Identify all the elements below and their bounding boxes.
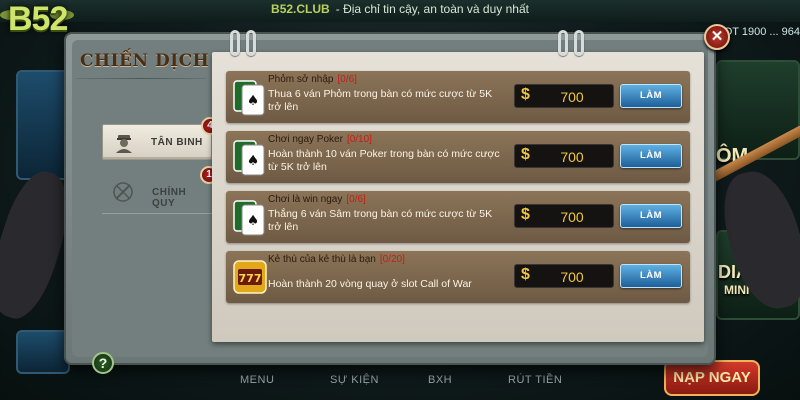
tab-tan-binh[interactable]: TÂN BINH 4	[102, 117, 219, 160]
cards-icon: ♠	[233, 200, 265, 236]
mission-title-text: Kẻ thù của kẻ thù là bạn	[268, 254, 376, 265]
mission-title-text: Chơi ngay Poker	[268, 134, 343, 145]
mission-progress: [0/20]	[379, 254, 405, 265]
mission-row: ♠ Chơi ngay Poker [0/10] Hoàn thành 10 vá…	[226, 131, 690, 183]
title-underline	[76, 78, 206, 79]
mission-reward: $ 700	[514, 144, 614, 168]
mission-title: Kẻ thù của kẻ thù là bạn [0/20]	[268, 254, 405, 265]
svg-text:♠: ♠	[247, 153, 260, 169]
top-bar-text: B52.CLUB - Địa chỉ tin cậy, an toàn và du…	[0, 2, 800, 16]
mission-title-text: Phỏm sở nhập	[268, 74, 334, 85]
binder-ring	[246, 30, 256, 56]
mission-reward: $ 700	[514, 204, 614, 228]
tab-chinh-quy[interactable]: CHÍNH QUY 1	[102, 166, 218, 210]
site-name: B52.CLUB	[271, 2, 330, 16]
close-button[interactable]: ✕	[704, 24, 730, 50]
hotline-text: OT 1900 ... 964	[723, 26, 800, 38]
svg-text:♠: ♠	[247, 213, 260, 229]
tab-chinh-quy-label: CHÍNH QUY	[152, 187, 187, 209]
binder-ring	[230, 30, 240, 56]
mission-row: ♠ Chơi là win ngay [0/6] Thắng 6 ván Sâm …	[226, 191, 690, 243]
deposit-now-button[interactable]: NẠP NGAY	[664, 360, 760, 396]
mission-progress: [0/6]	[346, 194, 366, 205]
do-mission-button[interactable]: LÀM	[620, 204, 682, 228]
mission-progress: [0/10]	[346, 134, 372, 145]
nav-events[interactable]: SỰ KIỆN	[330, 374, 379, 386]
mission-title: Chơi ngay Poker [0/10]	[268, 134, 372, 145]
crossed-rifles-icon	[113, 182, 133, 202]
do-mission-button[interactable]: LÀM	[620, 84, 682, 108]
help-button[interactable]: ?	[92, 352, 114, 374]
mission-progress: [0/6]	[337, 74, 357, 85]
nav-leaderboard[interactable]: BXH	[428, 374, 452, 386]
nav-menu[interactable]: MENU	[240, 374, 274, 386]
mission-reward: $ 700	[514, 84, 614, 108]
mission-title: Phỏm sở nhập [0/6]	[268, 74, 357, 85]
mission-description: Thắng 6 ván Sâm trong bàn có mức cược từ…	[268, 208, 493, 233]
tab-tan-binh-label: TÂN BINH	[151, 137, 203, 148]
nav-withdraw[interactable]: RÚT TIỀN	[508, 374, 562, 386]
soldier-icon	[116, 135, 132, 153]
svg-text:777: 777	[239, 272, 262, 285]
svg-text:♠: ♠	[247, 93, 260, 109]
reward-value: 700	[560, 209, 584, 225]
top-bar: B52.CLUB - Địa chỉ tin cậy, an toàn và du…	[0, 0, 800, 22]
reward-value: 700	[560, 89, 584, 105]
do-mission-button[interactable]: LÀM	[620, 144, 682, 168]
mission-row: ♠ Phỏm sở nhập [0/6] Thua 6 ván Phỏm tron…	[226, 71, 690, 123]
mission-description: Hoàn thành 10 ván Poker trong bàn có mức…	[268, 148, 500, 173]
cards-icon: ♠	[233, 80, 265, 116]
slot-777-icon: 777	[233, 260, 267, 294]
reward-value: 700	[560, 149, 584, 165]
mission-description: Hoàn thành 20 vòng quay ở slot Call of W…	[268, 278, 472, 290]
mission-title: Chơi là win ngay [0/6]	[268, 194, 366, 205]
reward-value: 700	[560, 269, 584, 285]
binder-ring	[558, 30, 568, 56]
dialog-title: CHIẾN DỊCH	[80, 51, 210, 71]
mission-row: 777 Kẻ thù của kẻ thù là bạn [0/20] Hoàn …	[226, 251, 690, 303]
mission-reward: $ 700	[514, 264, 614, 288]
mission-description: Thua 6 ván Phỏm trong bàn có mức cược từ…	[268, 88, 493, 113]
site-tagline: - Địa chỉ tin cậy, an toàn và duy nhất	[335, 2, 529, 16]
mission-title-text: Chơi là win ngay	[268, 194, 343, 205]
binder-ring	[574, 30, 584, 56]
game-tile-left-bottom[interactable]	[16, 330, 70, 374]
cards-icon: ♠	[233, 140, 265, 176]
tab-divider	[102, 213, 214, 214]
do-mission-button[interactable]: LÀM	[620, 264, 682, 288]
game-logo: B52	[8, 0, 68, 38]
